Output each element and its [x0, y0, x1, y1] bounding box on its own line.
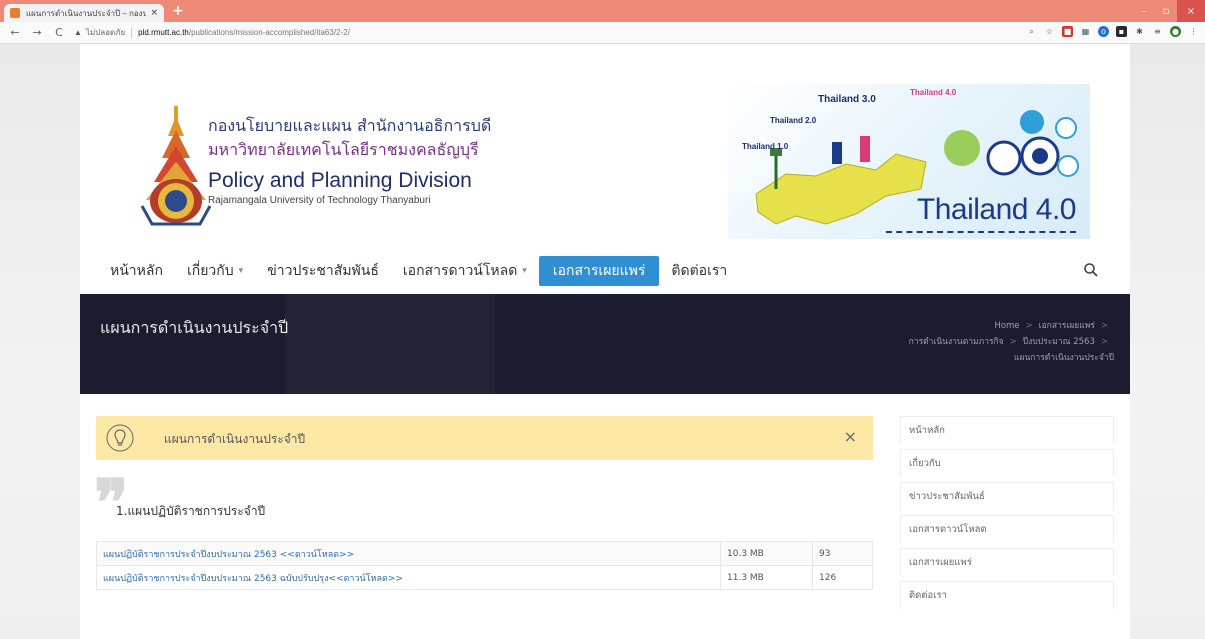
close-window-button[interactable]: × [1177, 0, 1205, 22]
extension-blue-icon[interactable]: o [1098, 26, 1109, 37]
university-emblem-icon[interactable] [132, 106, 220, 228]
profile-avatar-icon[interactable]: ● [1170, 26, 1181, 37]
nav-item-label: ติดต่อเรา [671, 263, 728, 279]
breadcrumb-home[interactable]: Home [994, 321, 1019, 331]
table-row: แผนปฏิบัติราชการประจำปีงบประมาณ 2563 ฉบั… [96, 565, 873, 590]
files-table: แผนปฏิบัติราชการประจำปีงบประมาณ 2563 <<ด… [96, 541, 873, 590]
site-page: กองนโยบายและแผน สำนักงานอธิการบดี มหาวิท… [80, 44, 1130, 639]
nav-item-news[interactable]: ข่าวประชาสัมพันธ์ [255, 256, 391, 286]
nav-item-about[interactable]: เกี่ยวกับ ▾ [175, 256, 255, 286]
sidebar-item-about[interactable]: เกี่ยวกับ [900, 449, 1114, 477]
page-title-band: แผนการดำเนินงานประจำปี Home > เอกสารเผยแพร… [80, 294, 1130, 394]
org-name-english: Policy and Planning Division [208, 169, 472, 192]
extension-grid-icon[interactable]: ▦ [1080, 26, 1091, 37]
download-count-cell: 126 [812, 565, 873, 590]
back-button[interactable]: ← [8, 26, 22, 39]
browser-toolbar: ← → C ▲ ไม่ปลอดภัย pld.rmutt.ac.th /publ… [0, 22, 1205, 44]
extension-red-icon[interactable]: ■ [1062, 26, 1073, 37]
maximize-button[interactable]: ▫ [1155, 0, 1177, 22]
site-favicon-icon [10, 8, 20, 18]
watermark-shape [285, 294, 495, 394]
reload-button[interactable]: C [52, 26, 66, 39]
nav-item-label: ข่าวประชาสัมพันธ์ [267, 263, 379, 279]
university-name-english: Rajamangala University of Technology Tha… [208, 195, 431, 206]
breadcrumb-current: แผนการดำเนินงานประจำปี [1014, 353, 1114, 363]
nav-item-label: หน้าหลัก [110, 263, 163, 279]
security-label: ไม่ปลอดภัย [85, 28, 126, 37]
innovation-icons-cluster [944, 110, 1079, 177]
org-name-thai: กองนโยบายและแผน สำนักงานอธิการบดี [208, 116, 492, 135]
university-name-thai: มหาวิทยาลัยเทคโนโลยีราชมงคลธัญบุรี [208, 140, 479, 159]
tab-close-icon[interactable]: × [150, 8, 158, 18]
file-size-cell: 10.3 MB [720, 541, 813, 566]
banner-dash-line [886, 231, 1076, 233]
nav-item-downloads[interactable]: เอกสารดาวน์โหลด ▾ [391, 256, 539, 286]
banner-label-4: Thailand 4.0 [910, 88, 957, 97]
sidebar-item-news[interactable]: ข่าวประชาสัมพันธ์ [900, 482, 1114, 510]
sidebar-menu: หน้าหลัก เกี่ยวกับ ข่าวประชาสัมพันธ์ เอก… [900, 416, 1114, 614]
file-download-link[interactable]: แผนปฏิบัติราชการประจำปีงบประมาณ 2563 <<ด… [103, 550, 354, 560]
warning-icon: ▲ [74, 28, 82, 37]
breadcrumb-separator: > [1025, 321, 1033, 331]
section-heading: 1.แผนปฏิบัติราชการประจำปี [116, 504, 266, 518]
new-tab-button[interactable]: + [172, 3, 184, 19]
breadcrumb-separator: > [1009, 337, 1017, 347]
breadcrumb-separator: > [1100, 321, 1108, 331]
url-path: /publications/mission-accomplished/ita63… [188, 28, 350, 37]
nav-item-contact[interactable]: ติดต่อเรา [659, 256, 739, 286]
minimize-button[interactable]: – [1133, 0, 1155, 22]
notice-text: แผนการดำเนินงานประจำปี [164, 432, 306, 446]
browser-tab-bar: แผนการดำเนินงานประจำปี – กองนโย... × + –… [0, 0, 1205, 22]
tab-title: แผนการดำเนินงานประจำปี – กองนโย... [26, 8, 147, 18]
chevron-down-icon: ▾ [238, 266, 244, 276]
nav-item-label: เกี่ยวกับ [186, 263, 234, 279]
sidebar-item-contact[interactable]: ติดต่อเรา [900, 581, 1114, 609]
browser-tab[interactable]: แผนการดำเนินงานประจำปี – กองนโย... × [4, 4, 164, 22]
download-count-cell: 93 [812, 541, 873, 566]
sidebar-item-publications[interactable]: เอกสารเผยแพร่ [900, 548, 1114, 576]
extension-icons: ⌕ ☆ ■ ▦ o ▪ ✱ ≡ ● ⋮ [1026, 26, 1199, 37]
file-size-cell: 11.3 MB [720, 565, 813, 590]
sidebar-item-home[interactable]: หน้าหลัก [900, 416, 1114, 444]
banner-label-1: Thailand 1.0 [742, 142, 789, 151]
breadcrumb-publications[interactable]: เอกสารเผยแพร่ [1039, 321, 1095, 331]
forward-button[interactable]: → [30, 26, 44, 39]
file-name-cell: แผนปฏิบัติราชการประจำปีงบประมาณ 2563 ฉบั… [96, 565, 721, 590]
browser-menu-icon[interactable]: ⋮ [1188, 26, 1199, 37]
banner-title: Thailand 4.0 [916, 193, 1077, 226]
lightbulb-icon [106, 424, 134, 452]
nav-item-publications[interactable]: เอกสารเผยแพร่ [538, 256, 660, 286]
banner-label-3: Thailand 3.0 [818, 94, 876, 105]
zoom-icon[interactable]: ⌕ [1026, 26, 1037, 37]
close-icon[interactable]: × [844, 427, 857, 446]
url-divider [131, 27, 133, 38]
breadcrumb: Home > เอกสารเผยแพร่ > การดำเนินงานตามภารกิ… [814, 318, 1114, 366]
window-controls: – ▫ × [1133, 0, 1205, 22]
nav-item-label: เอกสารดาวน์โหลด [402, 263, 518, 279]
main-navigation: หน้าหลัก เกี่ยวกับ ▾ ข่าวประชาสัมพันธ์ เ… [98, 256, 739, 286]
breadcrumb-mission[interactable]: การดำเนินงานตามภารกิจ [909, 337, 1004, 347]
extensions-puzzle-icon[interactable]: ✱ [1134, 26, 1145, 37]
thailand-4-banner: Thailand 1.0 Thailand 2.0 Thailand 3.0 T… [728, 84, 1090, 239]
search-icon[interactable] [1083, 262, 1099, 278]
sidebar-item-downloads[interactable]: เอกสารดาวน์โหลด [900, 515, 1114, 543]
nav-item-home[interactable]: หน้าหลัก [98, 256, 175, 286]
chevron-down-icon: ▾ [522, 266, 527, 276]
page-title: แผนการดำเนินงานประจำปี [100, 318, 289, 337]
extension-dark-icon[interactable]: ▪ [1116, 26, 1127, 37]
bookmark-star-icon[interactable]: ☆ [1044, 26, 1055, 37]
file-download-link[interactable]: แผนปฏิบัติราชการประจำปีงบประมาณ 2563 ฉบั… [103, 574, 403, 584]
table-row: แผนปฏิบัติราชการประจำปีงบประมาณ 2563 <<ด… [96, 541, 873, 566]
url-host: pld.rmutt.ac.th [138, 28, 189, 37]
banner-label-2: Thailand 2.0 [770, 116, 817, 125]
breadcrumb-separator: > [1100, 337, 1108, 347]
address-bar[interactable]: ▲ ไม่ปลอดภัย pld.rmutt.ac.th /publicatio… [74, 26, 350, 39]
nav-item-label: เอกสารเผยแพร่ [552, 263, 646, 279]
breadcrumb-fiscal-year[interactable]: ปีงบประมาณ 2563 [1023, 337, 1095, 347]
file-name-cell: แผนปฏิบัติราชการประจำปีงบประมาณ 2563 <<ด… [96, 541, 721, 566]
reading-list-icon[interactable]: ≡ [1152, 26, 1163, 37]
notice-banner: แผนการดำเนินงานประจำปี × [96, 416, 873, 460]
